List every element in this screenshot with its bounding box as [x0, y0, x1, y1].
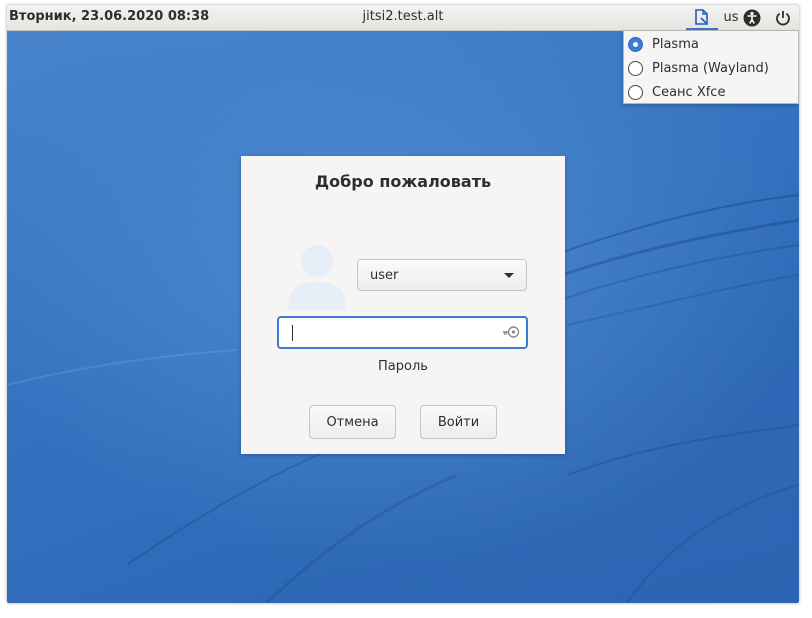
power-icon — [776, 10, 790, 25]
radio-checked-icon[interactable] — [628, 36, 643, 52]
screen: Вторник, 23.06.2020 08:38 jitsi2.test.al… — [7, 5, 799, 603]
user-avatar-icon — [288, 245, 346, 310]
radio-unchecked-icon[interactable] — [628, 84, 643, 100]
cancel-button[interactable]: Отмена — [309, 405, 396, 439]
session-document-icon — [695, 8, 708, 25]
radio-unchecked-icon[interactable] — [628, 60, 643, 76]
dialog-title: Добро пожаловать — [314, 172, 492, 191]
user-select[interactable]: user — [357, 259, 527, 291]
accessibility-icon — [743, 9, 761, 26]
session-item-xfce[interactable]: Сеанс Xfce — [624, 80, 798, 104]
user-select-value: user — [370, 268, 399, 283]
password-label: Пароль — [378, 359, 428, 374]
session-item-plasma-wayland[interactable]: Plasma (Wayland) — [624, 56, 798, 80]
login-button[interactable]: Войти — [420, 405, 497, 439]
session-button[interactable] — [686, 5, 718, 30]
password-input[interactable] — [277, 316, 528, 349]
top-panel: Вторник, 23.06.2020 08:38 jitsi2.test.al… — [7, 5, 799, 31]
text-caret — [292, 325, 293, 341]
session-menu: Plasma Plasma (Wayland) Сеанс Xfce — [623, 30, 799, 104]
key-icon[interactable] — [502, 325, 520, 339]
session-item-label: Plasma — [652, 36, 699, 52]
hostname: jitsi2.test.alt — [362, 9, 444, 24]
login-dialog: Добро пожаловать user Пароль Отмена Войт… — [241, 156, 565, 454]
chevron-down-icon — [504, 273, 514, 278]
session-item-label: Сеанс Xfce — [652, 84, 726, 100]
session-item-plasma[interactable]: Plasma — [624, 32, 798, 56]
session-item-label: Plasma (Wayland) — [652, 60, 769, 76]
power-button[interactable] — [771, 5, 795, 30]
accessibility-button[interactable] — [740, 5, 764, 30]
